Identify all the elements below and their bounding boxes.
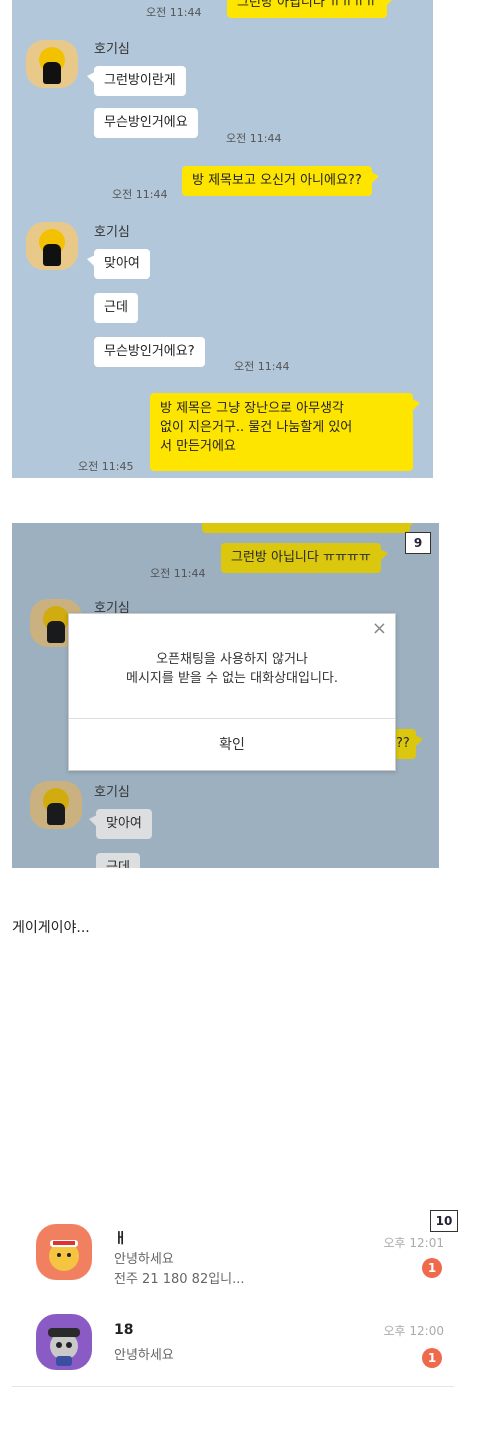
sender-name: 호기심 (94, 42, 130, 57)
chat-room-name: 18 (114, 1322, 134, 1338)
other-message-bubble: 무슨방인거에요 (94, 108, 198, 138)
last-message-time: 오후 12:01 (383, 1236, 444, 1250)
other-message-bubble: 근데 (94, 293, 138, 323)
sender-avatar[interactable] (26, 222, 78, 270)
chat-list-item[interactable]: 18 안녕하세요 오후 12:00 1 (36, 1314, 456, 1378)
last-message-line: 안녕하세요 (114, 1252, 174, 1267)
other-message-bubble: 무슨방인거에요? (94, 337, 205, 367)
character-icon (49, 1240, 79, 1271)
last-message-line: 안녕하세요 (114, 1348, 174, 1363)
avatar-body-icon (43, 244, 61, 266)
last-message-time: 오후 12:00 (383, 1324, 444, 1338)
alert-dialog: × 오픈채팅을 사용하지 않거나 메시지를 받을 수 없는 대화상대입니다. 확… (68, 613, 396, 771)
close-icon[interactable]: × (372, 618, 387, 639)
character-avatar (36, 1314, 92, 1370)
message-time: 오전 11:44 (226, 132, 282, 145)
message-line: 방 제목은 그냥 장난으로 아무생각 (160, 401, 344, 416)
other-message-bubble: 그런방이란게 (87, 66, 186, 96)
message-text: 방 제목보고 오신거 아니에요?? (192, 173, 362, 188)
unread-count-badge: 1 (422, 1258, 442, 1278)
message-line: 없이 지은거구.. 물건 나눔할게 있어 (160, 420, 353, 435)
sender-avatar[interactable] (26, 40, 78, 88)
caption-text: 게이게이야... (12, 920, 90, 936)
ryan-character-avatar (36, 1224, 92, 1280)
dialog-divider (69, 718, 395, 719)
message-line: 서 만든거에요 (160, 439, 236, 454)
confirm-button[interactable]: 확인 (69, 734, 395, 754)
message-text: 그런방이란게 (104, 73, 176, 88)
message-text: 근데 (104, 300, 128, 315)
sender-name: 호기심 (94, 225, 130, 240)
unread-count-badge: 1 (422, 1348, 442, 1368)
my-message-bubble: 방 제목은 그냥 장난으로 아무생각 없이 지은거구.. 물건 나눔할게 있어 … (150, 393, 420, 471)
message-time: 오전 11:45 (78, 460, 134, 473)
chat-room-name: ㅐ (114, 1231, 127, 1247)
message-time: 오전 11:44 (234, 360, 290, 373)
message-time: 오전 11:44 (112, 188, 168, 201)
message-text: 그런방 아닙니다 ㅠㅠㅠㅠ (237, 0, 377, 10)
dialog-message-line: 메시지를 받을 수 없는 대화상대입니다. (125, 671, 339, 686)
my-message-bubble: 방 제목보고 오신거 아니에요?? (182, 166, 379, 196)
list-divider (12, 1386, 454, 1387)
avatar-body-icon (43, 62, 61, 84)
character-icon (48, 1328, 80, 1366)
last-message-line: 전주 21 180 82입니... (114, 1272, 245, 1287)
dialog-message-line: 오픈채팅을 사용하지 않거나 (156, 652, 308, 667)
chat-window-2: 그런방 아닙니다 ㅠㅠㅠㅠ 오전 11:44 호기심 ?? 호기심 맞아여 근데… (12, 523, 439, 868)
my-message-bubble: 그런방 아닙니다 ㅠㅠㅠㅠ (227, 0, 394, 18)
chat-window-1: 그런방 아닙니다 ㅠㅠㅠㅠ 오전 11:44 호기심 그런방이란게 무슨방인거에… (12, 0, 433, 478)
message-time: 오전 11:44 (146, 6, 202, 19)
image-number-badge: 9 (405, 532, 431, 554)
other-message-bubble: 맞아여 (87, 249, 150, 279)
message-text: 맞아여 (104, 256, 140, 271)
dialog-message: 오픈채팅을 사용하지 않거나 메시지를 받을 수 없는 대화상대입니다. (69, 650, 395, 688)
chat-list-item[interactable]: ㅐ 안녕하세요 전주 21 180 82입니... 오후 12:01 1 (36, 1224, 456, 1288)
message-text: 무슨방인거에요? (104, 344, 195, 359)
message-text: 무슨방인거에요 (104, 115, 188, 130)
